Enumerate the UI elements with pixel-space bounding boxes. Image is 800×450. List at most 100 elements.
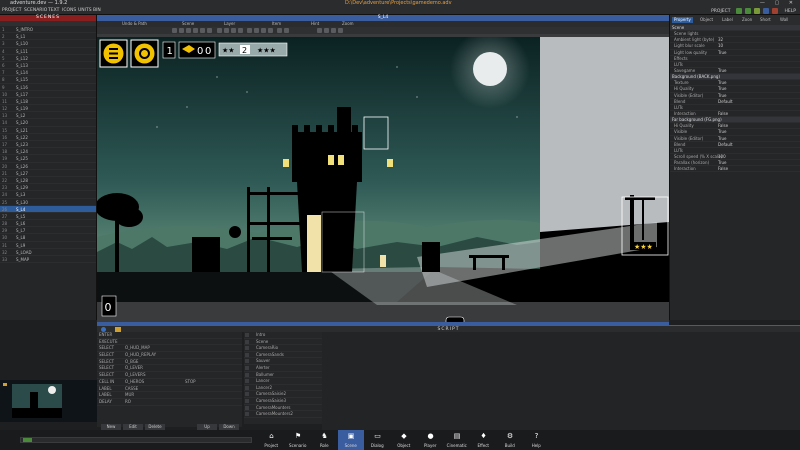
hud-replay-button[interactable] xyxy=(130,39,159,68)
keyword-checkbox[interactable] xyxy=(245,372,249,377)
menu-icons[interactable]: ICONS xyxy=(62,7,76,15)
scene-list-item[interactable]: 1 S_INTRO xyxy=(0,26,96,34)
nav-scene[interactable]: ▣ Scene xyxy=(337,430,364,450)
search-input[interactable] xyxy=(20,437,252,443)
scene-list-item[interactable]: 8 S_L15 xyxy=(0,76,96,84)
keyword-checkbox[interactable] xyxy=(245,359,249,364)
tab-property[interactable]: Property xyxy=(672,17,693,23)
scene-list-item[interactable]: 21 S_L27 xyxy=(0,170,96,177)
command-row[interactable]: LABEL CASSE xyxy=(97,386,242,393)
scene-list-item[interactable]: 9 S_L16 xyxy=(0,84,96,91)
command-row[interactable]: SELECT O_HUD_REPLAY xyxy=(97,352,242,359)
tool-copy-icon[interactable] xyxy=(261,28,266,33)
nav-cinematic[interactable]: ▤ Cinematic xyxy=(444,430,471,450)
scene-list-item[interactable]: 20 S_L26 xyxy=(0,163,96,170)
scene-list-item[interactable]: 32 S_LOAD xyxy=(0,249,96,256)
menu-units[interactable]: UNITS xyxy=(78,7,92,15)
keyword-checkbox[interactable] xyxy=(245,405,249,410)
tool-zoom-out-icon[interactable] xyxy=(324,28,329,33)
tab-wall[interactable]: Wall xyxy=(780,17,788,23)
keyword-checkbox[interactable] xyxy=(245,379,249,384)
scene-list-item[interactable]: 14 S_L20 xyxy=(0,119,96,127)
nav-project[interactable]: ⌂ Project xyxy=(258,430,285,450)
nav-dialog[interactable]: ▭ Dialog xyxy=(364,430,391,450)
scene-list-item[interactable]: 15 S_L21 xyxy=(0,127,96,134)
scene-list-item[interactable]: 5 S_L12 xyxy=(0,55,96,62)
tool-add-icon[interactable] xyxy=(247,28,252,33)
keyword-checkbox[interactable] xyxy=(245,333,249,337)
scene-list-item[interactable]: 11 S_L18 xyxy=(0,98,96,106)
keyword-item[interactable]: CameraSaisie2 xyxy=(244,391,322,398)
hud-menu-button[interactable] xyxy=(99,39,128,68)
keyword-item[interactable]: Ballumer xyxy=(244,372,322,379)
keyword-item[interactable]: CameraSands xyxy=(244,352,322,359)
nav-scenario[interactable]: ⚑ Scenario xyxy=(285,430,312,450)
scene-list-item[interactable]: 27 S_L5 xyxy=(0,213,96,221)
tool-zoom-reset-icon[interactable] xyxy=(338,28,343,33)
nav-build[interactable]: ⚙ Build xyxy=(497,430,524,450)
scene-list-item[interactable]: 2 S_L1 xyxy=(0,33,96,41)
scene-list-item[interactable]: 16 S_L22 xyxy=(0,134,96,141)
scene-list-item[interactable]: 6 S_L13 xyxy=(0,62,96,70)
scene-list-item[interactable]: 30 S_L8 xyxy=(0,234,96,242)
keyword-item[interactable]: Alerter xyxy=(244,365,322,372)
command-row[interactable]: EXECUTE xyxy=(97,339,242,346)
command-row[interactable]: SELECT O_LEVERS xyxy=(97,372,242,379)
scene-list-item[interactable]: 18 S_L24 xyxy=(0,148,96,156)
mode-red-button[interactable] xyxy=(771,8,778,14)
keyword-item[interactable]: CameraMounters xyxy=(244,405,322,412)
command-row[interactable]: LABEL MUR xyxy=(97,392,242,399)
keyword-checkbox[interactable] xyxy=(245,346,249,351)
keyword-checkbox[interactable] xyxy=(245,352,249,357)
help-menu[interactable]: HELP xyxy=(785,9,796,14)
command-row[interactable]: SELECT O_HUD_MAP xyxy=(97,345,242,353)
keyword-item[interactable]: Lancer xyxy=(244,378,322,385)
scene-list-item[interactable]: 28 S_L6 xyxy=(0,220,96,228)
tool-snap-icon[interactable] xyxy=(200,28,205,33)
nav-object[interactable]: ◆ Object xyxy=(391,430,418,450)
menu-scenario[interactable]: SCENARIO xyxy=(24,7,47,15)
tool-hide-icon[interactable] xyxy=(238,28,243,33)
property-value[interactable]: False xyxy=(718,166,728,172)
keyword-checkbox[interactable] xyxy=(245,339,249,344)
scene-list-item[interactable]: 26 S_L4 xyxy=(0,205,96,213)
scene-list-item[interactable]: 23 S_L29 xyxy=(0,184,96,192)
scene-canvas[interactable]: ★★★ 1 0 0 ★★ 2 ★★★ 0 xyxy=(97,37,669,325)
scene-list-item[interactable]: 10 S_L17 xyxy=(0,91,96,98)
menu-project[interactable]: PROJECT xyxy=(2,7,21,15)
menu-text[interactable]: TEXT xyxy=(48,7,59,15)
nav-role[interactable]: ♞ Role xyxy=(311,430,338,450)
keyword-item[interactable]: CameraMounters2 xyxy=(244,411,322,418)
mode-olive-button[interactable] xyxy=(753,8,760,14)
keyword-checkbox[interactable] xyxy=(245,365,249,370)
tool-zoom-in-icon[interactable] xyxy=(317,28,322,33)
command-row[interactable]: SELECT O_LEVER xyxy=(97,365,242,373)
nav-effect[interactable]: ♦ Effect xyxy=(470,430,497,450)
command-row[interactable]: CELL IN O_HEROS STOP xyxy=(97,379,242,386)
scene-list-item[interactable]: 7 S_L14 xyxy=(0,69,96,77)
keyword-checkbox[interactable] xyxy=(245,392,249,397)
menu-bin[interactable]: BIN xyxy=(93,7,101,15)
scene-list-item[interactable]: 13 S_L2 xyxy=(0,112,96,120)
property-row[interactable]: Interaction False xyxy=(670,166,800,173)
tool-grid-icon[interactable] xyxy=(207,28,212,33)
keyword-item[interactable]: CameraSaisie3 xyxy=(244,398,322,405)
tool-zoom-fit-icon[interactable] xyxy=(331,28,336,33)
tool-scale-icon[interactable] xyxy=(193,28,198,33)
scene-viewport[interactable]: S_L4 Undo & Path Scene Layer Item Hint Z… xyxy=(97,15,669,325)
tool-layer-up-icon[interactable] xyxy=(217,28,222,33)
tool-rotate-icon[interactable] xyxy=(186,28,191,33)
command-row[interactable]: SELECT O_BGE xyxy=(97,359,242,366)
tab-short[interactable]: Short xyxy=(760,17,771,23)
window-controls[interactable]: — ▢ ✕ xyxy=(760,0,797,7)
mode-blue-button[interactable] xyxy=(762,8,769,14)
keyword-item[interactable]: CameraRio xyxy=(244,345,322,352)
scene-list-item[interactable]: 12 S_L19 xyxy=(0,105,96,113)
scene-list-item[interactable]: 3 S_L10 xyxy=(0,40,96,48)
scene-list-item[interactable]: 24 S_L3 xyxy=(0,191,96,199)
mode-green-button[interactable] xyxy=(735,8,742,14)
tab-object[interactable]: Object xyxy=(700,17,713,23)
tool-layer-down-icon[interactable] xyxy=(224,28,229,33)
tool-hint-icon[interactable] xyxy=(277,28,282,33)
scene-list-item[interactable]: 25 S_L30 xyxy=(0,199,96,206)
